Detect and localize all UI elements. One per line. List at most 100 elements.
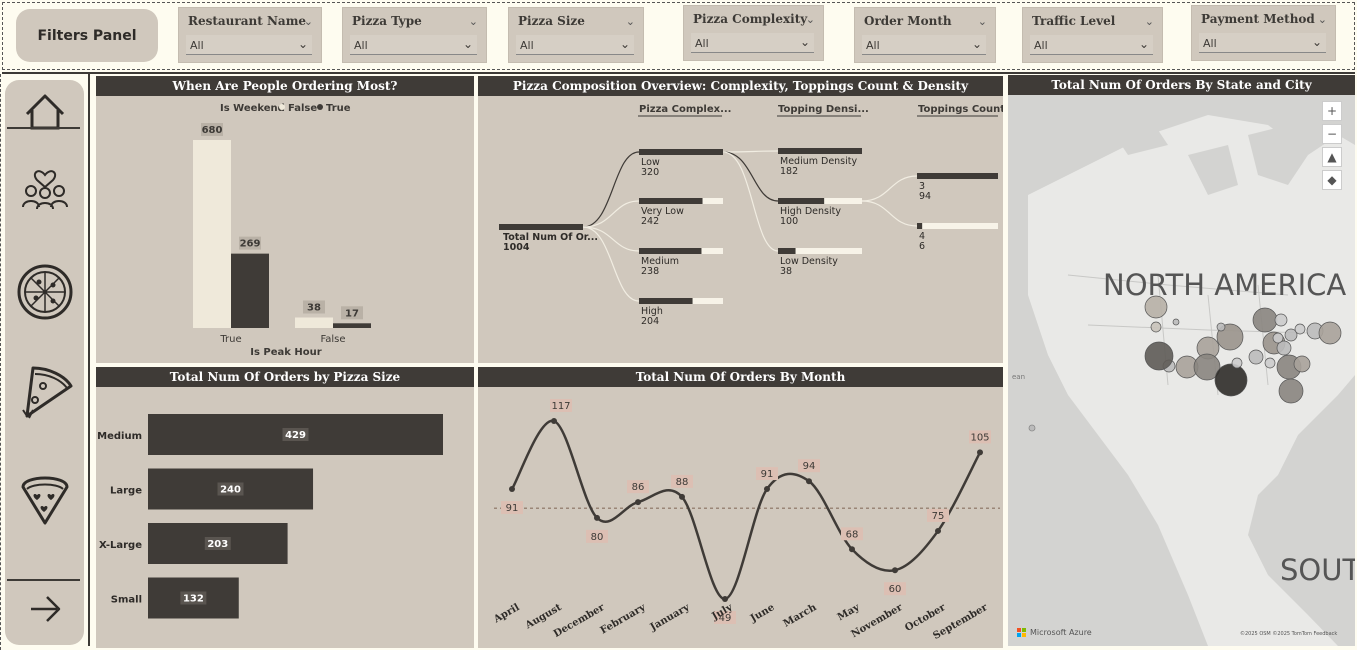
orders-line[interactable] (510, 419, 982, 601)
map-bubble[interactable] (1144, 341, 1174, 371)
slicer-label: Order Month (864, 14, 952, 28)
map-controls: + − ▲ ◆ (1322, 101, 1342, 193)
data-point[interactable] (935, 527, 941, 534)
data-point[interactable] (594, 514, 600, 521)
home-icon[interactable] (13, 82, 77, 146)
map-bubble[interactable] (1231, 357, 1243, 369)
pizza-slice-icon[interactable] (13, 360, 77, 424)
complexity-bar-medium[interactable] (639, 248, 702, 254)
chevron-down-icon[interactable]: ⌄ (806, 13, 815, 26)
data-point[interactable] (977, 449, 983, 456)
slicer-order-month[interactable]: Order Month ⌄ All ⌄ (854, 7, 996, 63)
complexity-bar-very-low[interactable] (639, 198, 703, 204)
nav-sidebar (5, 80, 84, 645)
data-point[interactable] (679, 493, 685, 500)
compass-button[interactable]: ◆ (1322, 170, 1342, 190)
slicer-value: All (190, 39, 204, 52)
map-bubble[interactable] (1216, 322, 1226, 332)
map-attribution: ©2025 OSM ©2025 TomTom Feedback (1240, 630, 1337, 637)
complexity-bar-low[interactable] (639, 149, 723, 155)
slicer-restaurant-name[interactable]: Restaurant Name ⌄ All ⌄ (178, 7, 322, 63)
slicer-pizza-size[interactable]: Pizza Size ⌄ All ⌄ (508, 7, 644, 63)
map-bubble[interactable] (1214, 363, 1248, 397)
data-label: 91 (761, 469, 774, 480)
data-label: 240 (220, 485, 241, 496)
people-heart-icon[interactable] (13, 155, 77, 219)
slicer-dropdown[interactable]: All ⌄ (516, 35, 634, 55)
filters-panel-button[interactable]: Filters Panel (16, 9, 158, 62)
bar-true-false[interactable] (193, 140, 231, 328)
x-tick-label: May (836, 601, 863, 623)
x-axis-title: Is Peak Hour (250, 347, 322, 358)
map-bubble[interactable] (1318, 321, 1342, 345)
zoom-in-button[interactable]: + (1322, 101, 1342, 121)
slicer-label: Traffic Level (1032, 14, 1116, 28)
data-point[interactable] (551, 418, 557, 424)
data-point[interactable] (849, 546, 855, 553)
slicer-dropdown[interactable]: All ⌄ (1030, 35, 1153, 55)
chevron-down-icon[interactable]: ⌄ (626, 15, 635, 28)
data-point[interactable] (635, 499, 641, 506)
slicer-dropdown[interactable]: All ⌄ (1199, 33, 1326, 53)
azure-brand: Microsoft Azure (1030, 628, 1092, 637)
map-bubble[interactable] (1150, 321, 1162, 333)
slicer-label: Restaurant Name (188, 14, 307, 28)
map-bubble[interactable] (1248, 349, 1264, 365)
slicer-traffic-level[interactable]: Traffic Level ⌄ All ⌄ (1022, 7, 1163, 63)
chevron-down-icon[interactable]: ⌄ (1318, 13, 1327, 26)
complexity-bar-high[interactable] (639, 298, 693, 304)
slicer-dropdown[interactable]: All ⌄ (186, 35, 312, 55)
map-bubble[interactable] (1172, 318, 1180, 326)
data-label: 38 (307, 302, 321, 313)
map-bubble[interactable] (1264, 357, 1276, 369)
zoom-out-button[interactable]: − (1322, 124, 1342, 144)
slicer-payment-method[interactable]: Payment Method ⌄ All ⌄ (1191, 5, 1336, 61)
toppings-bar-3[interactable] (917, 173, 998, 179)
pizza-icon[interactable] (13, 260, 77, 324)
chevron-down-icon[interactable]: ⌄ (469, 15, 478, 28)
map-bubble[interactable] (1144, 295, 1168, 319)
pizza-heart-icon[interactable] (13, 465, 77, 529)
toppings-bar-4[interactable] (917, 223, 923, 229)
data-label: 680 (202, 125, 223, 136)
bar-false-false[interactable] (295, 317, 333, 328)
data-label: 80 (591, 532, 604, 543)
map-bubble[interactable] (1272, 332, 1284, 344)
chevron-down-icon[interactable]: ⌄ (304, 15, 313, 28)
bar-true-true[interactable] (231, 253, 269, 328)
data-point[interactable] (764, 486, 770, 493)
map-bubble[interactable] (1274, 313, 1288, 327)
chevron-down-icon[interactable]: ⌄ (1145, 15, 1154, 28)
slicer-label: Pizza Size (518, 14, 585, 28)
slicer-pizza-type[interactable]: Pizza Type ⌄ All ⌄ (342, 7, 487, 63)
slicer-dropdown[interactable]: All ⌄ (862, 35, 986, 55)
bar-false-true[interactable] (333, 323, 371, 328)
map-bubble[interactable] (1252, 307, 1278, 333)
data-label: 203 (207, 539, 228, 550)
chevron-down-icon[interactable]: ⌄ (978, 15, 987, 28)
arrow-right-icon[interactable] (13, 577, 77, 641)
x-tick-label: February (599, 601, 649, 636)
data-label: 94 (803, 461, 816, 472)
sidebar-divider (88, 74, 90, 646)
slicer-dropdown[interactable]: All ⌄ (691, 33, 814, 53)
map-bubble[interactable] (1294, 323, 1306, 335)
slicer-dropdown[interactable]: All ⌄ (350, 35, 477, 55)
density-bar-low-density[interactable] (778, 248, 796, 254)
chevron-down-icon: ⌄ (1138, 37, 1149, 51)
data-point[interactable] (806, 478, 812, 485)
data-point[interactable] (892, 567, 898, 574)
slicer-pizza-complexity[interactable]: Pizza Complexity ⌄ All ⌄ (683, 5, 824, 61)
tilt-button[interactable]: ▲ (1322, 147, 1342, 167)
root-bar[interactable] (499, 224, 583, 230)
decomposition-tree[interactable]: Pizza Complex... Topping Densi... Toppin… (478, 96, 1003, 363)
density-bar-medium-density[interactable] (778, 148, 862, 154)
map-canvas[interactable]: NORTH AMERICA SOUT ean Microsoft Azure ©… (1008, 95, 1355, 646)
map-bubble[interactable] (1293, 355, 1311, 373)
map-bubble[interactable] (1278, 378, 1304, 404)
data-point[interactable] (509, 486, 515, 493)
header-divider (2, 72, 1355, 74)
density-bar-high-density[interactable] (778, 198, 825, 204)
continent-label-north-america: NORTH AMERICA (1103, 268, 1346, 302)
data-point[interactable] (722, 596, 728, 602)
